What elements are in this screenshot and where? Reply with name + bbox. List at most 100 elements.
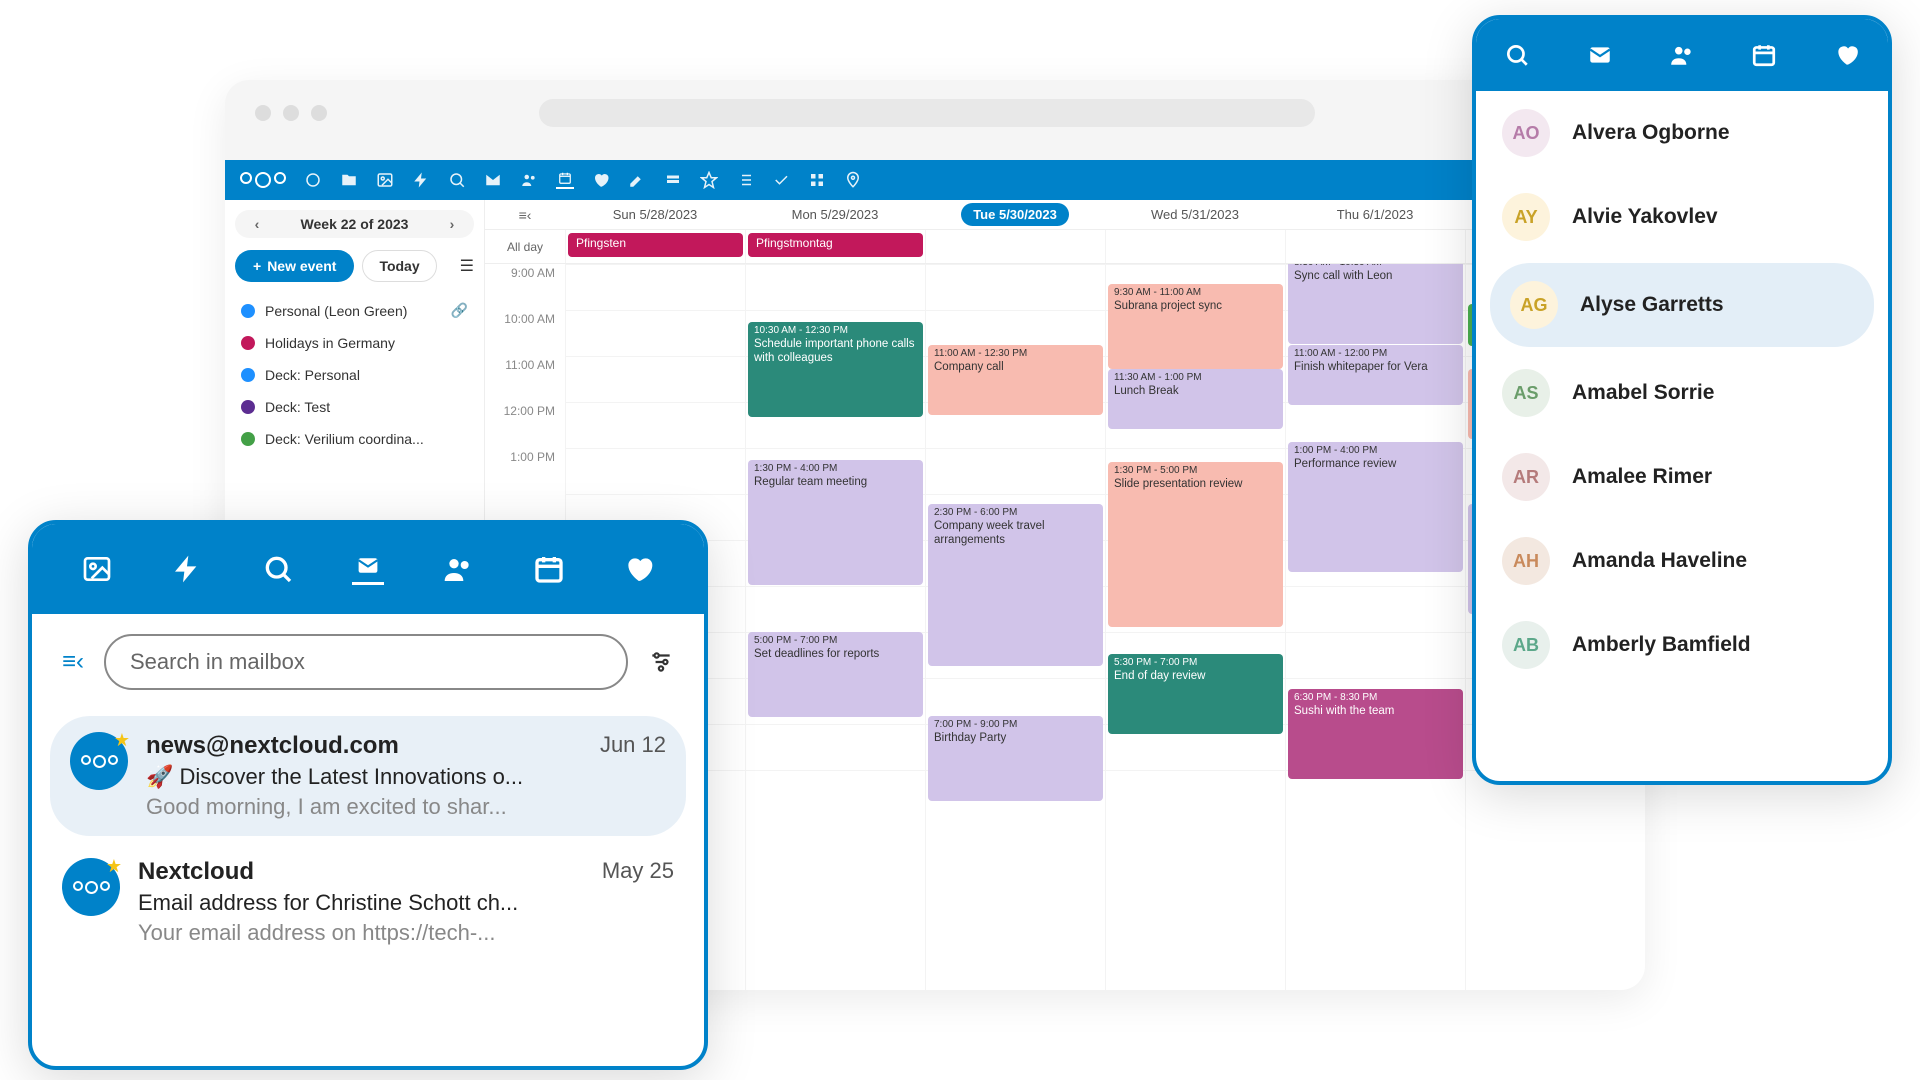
files-icon[interactable] bbox=[340, 171, 358, 189]
edit-icon[interactable] bbox=[628, 171, 646, 189]
heart-icon[interactable] bbox=[592, 171, 610, 189]
contact-list-item[interactable]: AGAlyse Garretts bbox=[1490, 263, 1874, 347]
event-title: Subrana project sync bbox=[1114, 300, 1222, 312]
heart-icon[interactable] bbox=[1834, 42, 1860, 68]
calendar-event[interactable]: 1:30 PM - 4:00 PMRegular team meeting bbox=[748, 460, 923, 585]
star-icon[interactable] bbox=[700, 171, 718, 189]
contact-list-item[interactable]: AYAlvie Yakovlev bbox=[1476, 175, 1888, 259]
traffic-light-close[interactable] bbox=[255, 105, 271, 121]
event-time: 5:30 PM - 7:00 PM bbox=[1114, 657, 1277, 668]
calendar-event[interactable]: 2:30 PM - 6:00 PMCompany week travel arr… bbox=[928, 504, 1103, 666]
calendar-event[interactable]: 11:00 AM - 12:00 PMFinish whitepaper for… bbox=[1288, 345, 1463, 405]
allday-cell[interactable] bbox=[1285, 230, 1465, 263]
tasks-icon[interactable] bbox=[772, 171, 790, 189]
deck-icon[interactable] bbox=[664, 171, 682, 189]
event-title: Sync call with Leon bbox=[1294, 270, 1392, 282]
calendar-event[interactable]: 1:00 PM - 4:00 PMPerformance review bbox=[1288, 442, 1463, 572]
calendar-list-item[interactable]: Personal (Leon Green)🔗 bbox=[235, 294, 474, 327]
search-icon[interactable] bbox=[1504, 42, 1530, 68]
contact-list-item[interactable]: AR Amalee Rimer bbox=[1476, 435, 1888, 519]
calendar-event[interactable]: 9:30 AM - 11:00 AMSubrana project sync bbox=[1108, 284, 1283, 369]
calendar-list-item[interactable]: Deck: Personal bbox=[235, 359, 474, 391]
mail-list-item[interactable]: ★ news@nextcloud.comJun 12 🚀 Discover th… bbox=[50, 716, 686, 836]
calendar-list-item[interactable]: Holidays in Germany bbox=[235, 327, 474, 359]
next-week-button[interactable]: › bbox=[440, 216, 464, 232]
allday-cell[interactable] bbox=[925, 230, 1105, 263]
allday-event[interactable]: Pfingstmontag bbox=[748, 233, 923, 257]
photos-icon[interactable] bbox=[81, 553, 113, 585]
contact-avatar: AO bbox=[1502, 109, 1550, 157]
day-header[interactable]: Sun 5/28/2023 bbox=[565, 200, 745, 229]
list-icon[interactable] bbox=[736, 171, 754, 189]
mail-icon[interactable] bbox=[484, 171, 502, 189]
url-bar[interactable] bbox=[539, 99, 1315, 127]
day-column[interactable]: 11:00 AM - 12:30 PMCompany call 2:30 PM -… bbox=[925, 264, 1105, 990]
view-toggle-icon[interactable]: ☰ bbox=[460, 256, 474, 276]
grid-icon[interactable] bbox=[808, 171, 826, 189]
day-column[interactable]: 10:30 AM - 12:30 PMSchedule important ph… bbox=[745, 264, 925, 990]
calendar-icon[interactable] bbox=[556, 171, 574, 189]
search-icon[interactable] bbox=[448, 171, 466, 189]
contacts-icon[interactable] bbox=[1669, 42, 1695, 68]
traffic-light-maximize[interactable] bbox=[311, 105, 327, 121]
calendar-event[interactable]: 6:30 PM - 8:30 PMSushi with the team bbox=[1288, 689, 1463, 779]
allday-event[interactable]: Pfingsten bbox=[568, 233, 743, 257]
star-icon[interactable]: ★ bbox=[106, 856, 122, 877]
calendar-event[interactable]: 11:30 AM - 1:00 PMLunch Break bbox=[1108, 369, 1283, 429]
location-icon[interactable] bbox=[844, 171, 862, 189]
new-event-button[interactable]: +New event bbox=[235, 250, 354, 282]
prev-week-button[interactable]: ‹ bbox=[245, 216, 269, 232]
calendar-event[interactable]: 5:30 PM - 7:00 PMEnd of day review bbox=[1108, 654, 1283, 734]
dashboard-icon[interactable] bbox=[304, 171, 322, 189]
calendar-icon[interactable] bbox=[1751, 42, 1777, 68]
collapse-sidebar-icon[interactable]: ≡‹ bbox=[519, 207, 532, 223]
contacts-icon[interactable] bbox=[520, 171, 538, 189]
calendar-event[interactable]: 10:30 AM - 12:30 PMSchedule important ph… bbox=[748, 322, 923, 417]
calendar-list-item[interactable]: Deck: Verilium coordina... bbox=[235, 423, 474, 455]
calendar-event[interactable]: 11:00 AM - 12:30 PMCompany call bbox=[928, 345, 1103, 415]
calendar-event[interactable]: 7:00 PM - 9:00 PMBirthday Party bbox=[928, 716, 1103, 801]
day-column[interactable]: 8:30 AM - 10:30 AMSync call with Leon11:… bbox=[1285, 264, 1465, 990]
allday-cell[interactable]: Pfingstmontag bbox=[745, 230, 925, 263]
heart-icon[interactable] bbox=[623, 553, 655, 585]
event-time: 11:00 AM - 12:30 PM bbox=[934, 348, 1097, 359]
contact-name: Alvera Ogborne bbox=[1572, 121, 1730, 145]
search-icon[interactable] bbox=[262, 553, 294, 585]
mail-search-input[interactable]: Search in mailbox bbox=[104, 634, 628, 690]
day-column[interactable]: 9:30 AM - 11:00 AMSubrana project sync11… bbox=[1105, 264, 1285, 990]
activity-icon[interactable] bbox=[171, 553, 203, 585]
photos-icon[interactable] bbox=[376, 171, 394, 189]
contact-avatar: AR bbox=[1502, 453, 1550, 501]
allday-cell[interactable] bbox=[1105, 230, 1285, 263]
filter-icon[interactable] bbox=[648, 649, 674, 675]
day-header[interactable]: Wed 5/31/2023 bbox=[1105, 200, 1285, 229]
day-header[interactable]: Mon 5/29/2023 bbox=[745, 200, 925, 229]
event-time: 11:30 AM - 1:00 PM bbox=[1114, 372, 1277, 383]
contact-list-item[interactable]: ASAmabel Sorrie bbox=[1476, 351, 1888, 435]
mail-icon[interactable] bbox=[352, 553, 384, 585]
contact-list-item[interactable]: ABAmberly Bamfield bbox=[1476, 603, 1888, 687]
calendar-icon[interactable] bbox=[533, 553, 565, 585]
allday-label: All day bbox=[485, 230, 565, 263]
contact-name: Amalee Rimer bbox=[1572, 465, 1712, 489]
day-header[interactable]: Tue 5/30/2023 bbox=[925, 200, 1105, 229]
today-button[interactable]: Today bbox=[362, 250, 436, 282]
mail-list-item[interactable]: ★ NextcloudMay 25 Email address for Chri… bbox=[32, 842, 704, 962]
star-icon[interactable]: ★ bbox=[114, 730, 130, 751]
calendar-list-item[interactable]: Deck: Test bbox=[235, 391, 474, 423]
browser-chrome bbox=[225, 80, 1645, 145]
calendar-event[interactable]: 1:30 PM - 5:00 PMSlide presentation revi… bbox=[1108, 462, 1283, 627]
calendar-event[interactable]: 8:30 AM - 10:30 AMSync call with Leon bbox=[1288, 264, 1463, 344]
nextcloud-logo[interactable] bbox=[240, 172, 286, 188]
contacts-icon[interactable] bbox=[442, 553, 474, 585]
activity-icon[interactable] bbox=[412, 171, 430, 189]
menu-icon[interactable]: ≡‹ bbox=[62, 648, 84, 676]
day-header[interactable]: Thu 6/1/2023 bbox=[1285, 200, 1465, 229]
mail-icon[interactable] bbox=[1587, 42, 1613, 68]
calendar-event[interactable]: 5:00 PM - 7:00 PMSet deadlines for repor… bbox=[748, 632, 923, 717]
contact-list-item[interactable]: AHAmanda Haveline bbox=[1476, 519, 1888, 603]
allday-cell[interactable]: Pfingsten bbox=[565, 230, 745, 263]
event-time: 6:30 PM - 8:30 PM bbox=[1294, 692, 1457, 703]
traffic-light-minimize[interactable] bbox=[283, 105, 299, 121]
contact-list-item[interactable]: AO Alvera Ogborne bbox=[1476, 91, 1888, 175]
